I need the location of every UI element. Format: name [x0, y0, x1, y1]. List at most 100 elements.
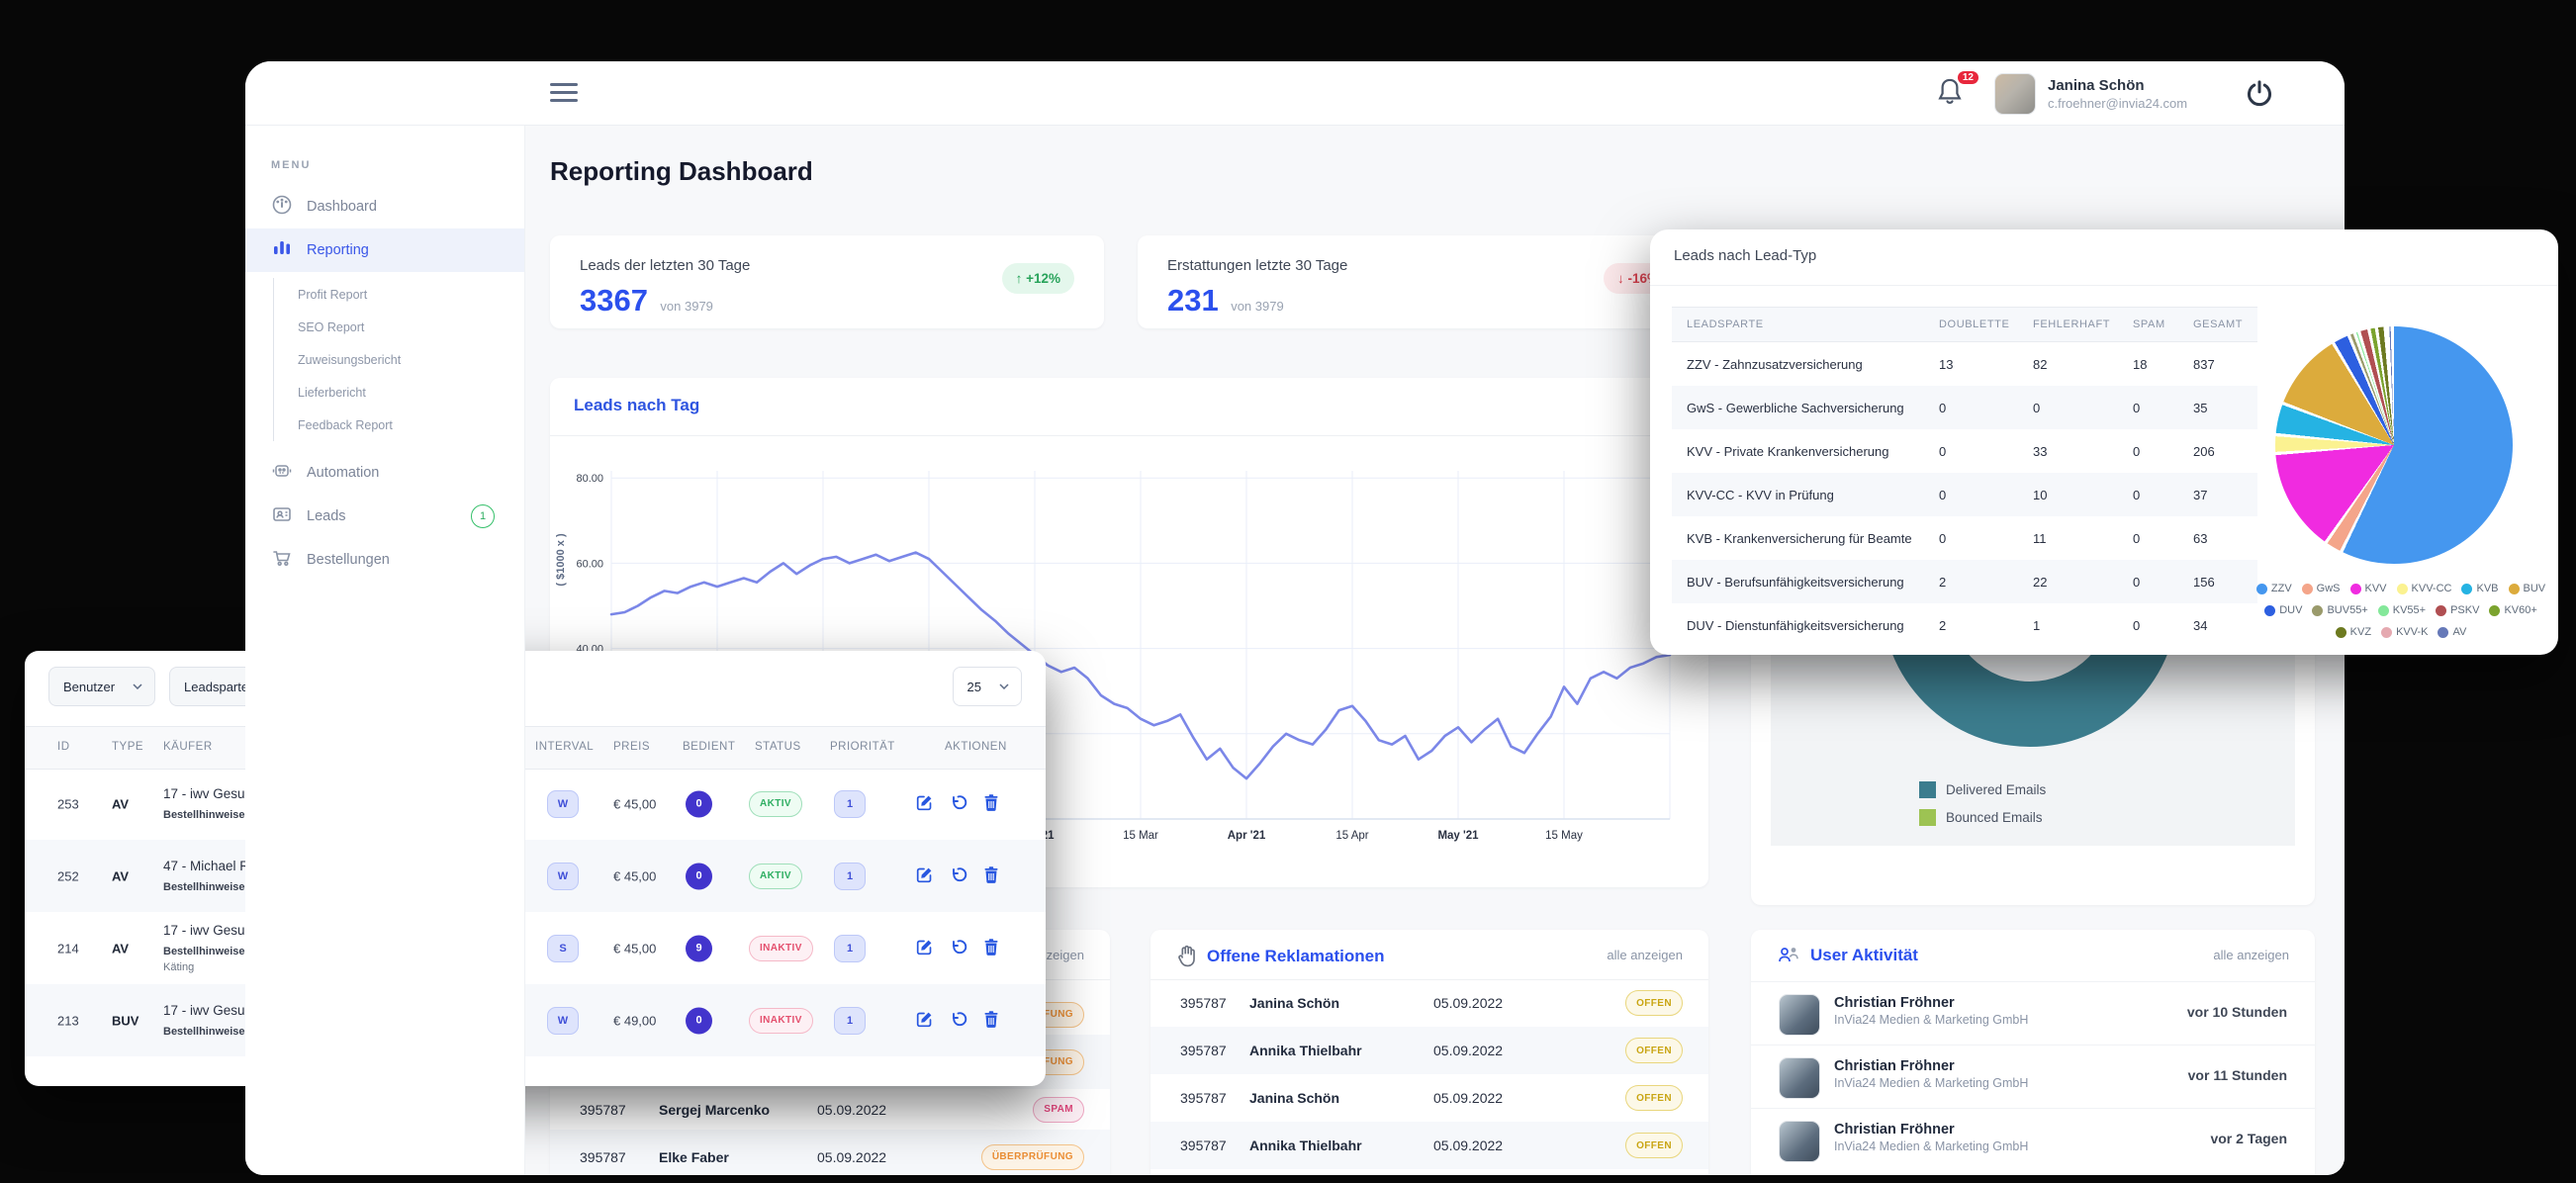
- trash-icon[interactable]: [982, 865, 1000, 887]
- sidebar-item-reporting[interactable]: Reporting: [245, 228, 524, 272]
- dashboard-icon: [271, 194, 293, 220]
- table-row[interactable]: 395787 Janina Schön 05.09.2022 OFFEN: [1150, 979, 1708, 1027]
- sidebar-subitem-seo-report[interactable]: SEO Report: [274, 311, 524, 343]
- notification-badge: 12: [1958, 71, 1978, 84]
- chevron-down-icon: [999, 683, 1009, 689]
- svg-text:Apr '21: Apr '21: [1228, 830, 1266, 842]
- legend-item[interactable]: KVB: [2461, 580, 2498, 598]
- sidebar-subitem-feedback-report[interactable]: Feedback Report: [274, 409, 524, 441]
- table-row[interactable]: 395787 Annika Thielbahr 05.09.2022 OFFEN: [1150, 1122, 1708, 1169]
- legend-item[interactable]: KV55+: [2378, 601, 2426, 620]
- sidebar-item-automation[interactable]: Automation: [245, 451, 524, 495]
- table-row[interactable]: GwS - Gewerbliche Sachversicherung00035: [1672, 386, 2257, 429]
- show-all-link[interactable]: alle anzeigen: [1607, 948, 1683, 962]
- table-row[interactable]: 395787 Sergej Marcenko 05.09.2022 SPAM: [550, 1082, 1110, 1137]
- lead-typ-pie-chart[interactable]: [2275, 326, 2513, 564]
- edit-icon[interactable]: [915, 1010, 934, 1032]
- order-row[interactable]: 213 BUV 17 - iwv Gesundheit & Vorsorge G…: [25, 984, 1046, 1056]
- legend-item[interactable]: BUV: [2509, 580, 2546, 598]
- legend-item[interactable]: KVV-K: [2381, 623, 2428, 642]
- filter-benutzer-select[interactable]: Benutzer: [48, 667, 155, 706]
- legend-item[interactable]: KV60+: [2489, 601, 2536, 620]
- edit-icon[interactable]: [915, 793, 934, 815]
- power-icon: [2246, 79, 2273, 107]
- table-row[interactable]: ZZV - Zahnzusatzversicherung138218837: [1672, 342, 2257, 386]
- trash-icon[interactable]: [982, 793, 1000, 815]
- notifications-button[interactable]: 12: [1935, 75, 1971, 111]
- edit-icon[interactable]: [915, 865, 934, 887]
- user-menu[interactable]: Janina Schön c.froehner@invia24.com: [1994, 73, 2187, 115]
- order-row[interactable]: 253 AV 17 - iwv Gesundheit & Vorsorge Gm…: [25, 768, 1046, 840]
- sidebar-subitem-zuweisungsbericht[interactable]: Zuweisungsbericht: [274, 343, 524, 376]
- sidebar-item-dashboard[interactable]: Dashboard: [245, 185, 524, 228]
- legend-item[interactable]: AV: [2438, 623, 2466, 642]
- table-row[interactable]: 395787 Annika Thielbahr 05.09.2022 OFFEN: [1150, 1027, 1708, 1074]
- undo-icon[interactable]: [949, 1010, 967, 1032]
- user-avatar: [1779, 1121, 1820, 1162]
- user-avatar: [1779, 1057, 1820, 1099]
- logout-button[interactable]: [2246, 79, 2273, 112]
- legend-item[interactable]: KVV: [2350, 580, 2387, 598]
- trash-icon[interactable]: [982, 1010, 1000, 1032]
- interval-badge: W: [547, 790, 579, 818]
- activity-row[interactable]: Christian FröhnerInVia24 Medien & Market…: [1751, 981, 2315, 1046]
- card-title: User Aktivität: [1810, 946, 1918, 965]
- orders-icon: [271, 547, 293, 573]
- sidebar-item-bestellungen[interactable]: Bestellungen: [245, 538, 524, 582]
- status-badge: ÜBERPRÜFUNG: [981, 1144, 1084, 1170]
- legend-item[interactable]: PSKV: [2436, 601, 2479, 620]
- legend-dot: [2509, 584, 2520, 594]
- table-row[interactable]: BUV - Berufsunfähigkeitsversicherung2220…: [1672, 560, 2257, 603]
- table-row[interactable]: DUV - Dienstunfähigkeitsversicherung2103…: [1672, 603, 2257, 647]
- legend-dot: [2436, 605, 2446, 616]
- order-row[interactable]: 252 AV 47 - Michael Rau GmbHBestellhinwe…: [25, 840, 1046, 912]
- legend-item[interactable]: KVZ: [2336, 623, 2371, 642]
- table-row[interactable]: 395787 Elke Faber 05.09.2022 ÜBERPRÜFUNG: [550, 1130, 1110, 1175]
- legend-item[interactable]: DUV: [2264, 601, 2302, 620]
- hamburger-menu-icon[interactable]: [550, 83, 578, 103]
- activity-row[interactable]: Christian FröhnerInVia24 Medien & Market…: [1751, 1045, 2315, 1109]
- leads-icon: [271, 503, 293, 529]
- interval-badge: S: [547, 935, 579, 962]
- panel-title: Leads nach Lead-Typ: [1674, 247, 1816, 264]
- legend-item[interactable]: KVV-CC: [2397, 580, 2452, 598]
- trash-icon[interactable]: [982, 938, 1000, 959]
- show-all-link[interactable]: alle anzeigen: [2213, 948, 2289, 962]
- bedient-badge: 0: [686, 790, 712, 817]
- edit-icon[interactable]: [915, 938, 934, 959]
- arrow-up-icon: ↑: [1016, 271, 1023, 286]
- page-size-select[interactable]: 25: [953, 667, 1022, 706]
- priority-badge: 1: [834, 1007, 866, 1035]
- status-badge: OFFEN: [1625, 1133, 1683, 1158]
- lead-typ-table: LEADSPARTEDOUBLETTEFEHLERHAFTSPAMGESAMT …: [1672, 307, 2257, 647]
- user-email: c.froehner@invia24.com: [2048, 96, 2187, 111]
- table-row[interactable]: KVV-CC - KVV in Prüfung010037: [1672, 473, 2257, 516]
- table-row[interactable]: KVB - Krankenversicherung für Beamte0110…: [1672, 516, 2257, 560]
- legend-item-bounced[interactable]: Bounced Emails: [1919, 809, 2043, 826]
- stat-label: Leads der letzten 30 Tage: [580, 257, 750, 274]
- bedient-badge: 0: [686, 1007, 712, 1034]
- undo-icon[interactable]: [949, 793, 967, 815]
- legend-item[interactable]: ZZV: [2256, 580, 2292, 598]
- sidebar-subitem-profit-report[interactable]: Profit Report: [274, 278, 524, 311]
- svg-text:15 Mar: 15 Mar: [1123, 830, 1158, 842]
- sidebar-subnav: Profit ReportSEO ReportZuweisungsbericht…: [273, 278, 524, 441]
- legend-item[interactable]: GwS: [2302, 580, 2341, 598]
- table-row[interactable]: 395787 Janina Schön 05.09.2022 OFFEN: [1150, 1074, 1708, 1122]
- priority-badge: 1: [834, 790, 866, 818]
- stat-value: 3367: [580, 283, 648, 318]
- undo-icon[interactable]: [949, 938, 967, 959]
- sidebar-subitem-lieferbericht[interactable]: Lieferbericht: [274, 376, 524, 409]
- svg-text:( $1000 x ): ( $1000 x ): [555, 533, 567, 587]
- svg-text:15 May: 15 May: [1545, 830, 1583, 842]
- undo-icon[interactable]: [949, 865, 967, 887]
- legend-dot: [2378, 605, 2389, 616]
- bedient-badge: 0: [686, 863, 712, 889]
- sidebar-item-leads[interactable]: Leads 1: [245, 495, 524, 538]
- legend-item-delivered[interactable]: Delivered Emails: [1919, 781, 2046, 798]
- stat-of: von 3979: [660, 299, 713, 314]
- order-row[interactable]: 214 AV 17 - iwv Gesundheit & Vorsorge Gm…: [25, 912, 1046, 984]
- table-row[interactable]: KVV - Private Krankenversicherung0330206: [1672, 429, 2257, 473]
- legend-item[interactable]: BUV55+: [2312, 601, 2367, 620]
- activity-row[interactable]: Christian FröhnerInVia24 Medien & Market…: [1751, 1108, 2315, 1172]
